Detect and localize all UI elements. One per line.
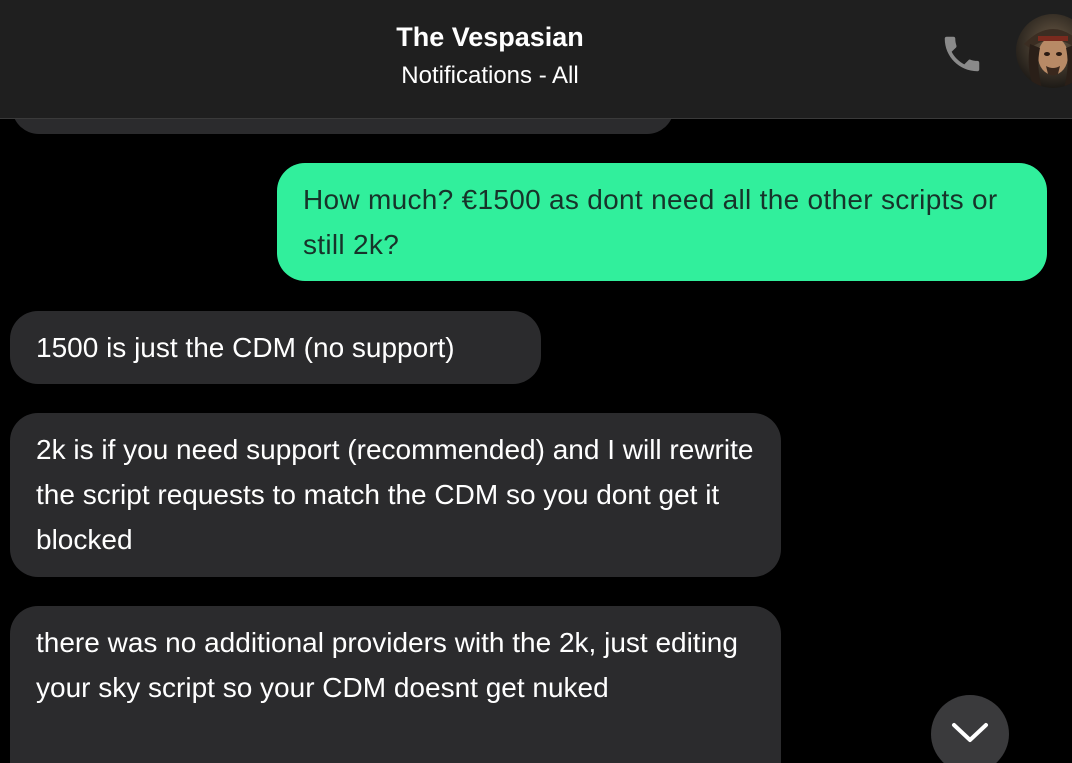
chat-window: The Vespasian Notifications - All How mu… bbox=[0, 0, 1072, 763]
message-text: 1500 is just the CDM (no support) bbox=[36, 332, 455, 363]
message-bubble-incoming[interactable]: 1500 is just the CDM (no support) bbox=[10, 311, 541, 384]
message-text: there was no additional providers with t… bbox=[36, 627, 738, 703]
message-text: 2k is if you need support (recommended) … bbox=[36, 434, 754, 555]
contact-name[interactable]: The Vespasian bbox=[0, 22, 980, 53]
message-bubble-outgoing[interactable]: How much? €1500 as dont need all the oth… bbox=[277, 163, 1047, 281]
contact-avatar[interactable] bbox=[1016, 14, 1072, 88]
notification-setting[interactable]: Notifications - All bbox=[0, 62, 980, 90]
message-bubble-incoming[interactable]: there was no additional providers with t… bbox=[10, 606, 781, 763]
call-button[interactable] bbox=[936, 28, 988, 80]
avatar-image bbox=[1016, 14, 1072, 88]
chevron-down-icon bbox=[952, 723, 988, 742]
message-bubble-incoming[interactable]: 2k is if you need support (recommended) … bbox=[10, 413, 781, 577]
phone-icon bbox=[944, 36, 980, 72]
scroll-to-bottom-button[interactable] bbox=[931, 695, 1009, 763]
message-text: How much? €1500 as dont need all the oth… bbox=[303, 184, 998, 260]
chat-header: The Vespasian Notifications - All bbox=[0, 0, 1072, 119]
